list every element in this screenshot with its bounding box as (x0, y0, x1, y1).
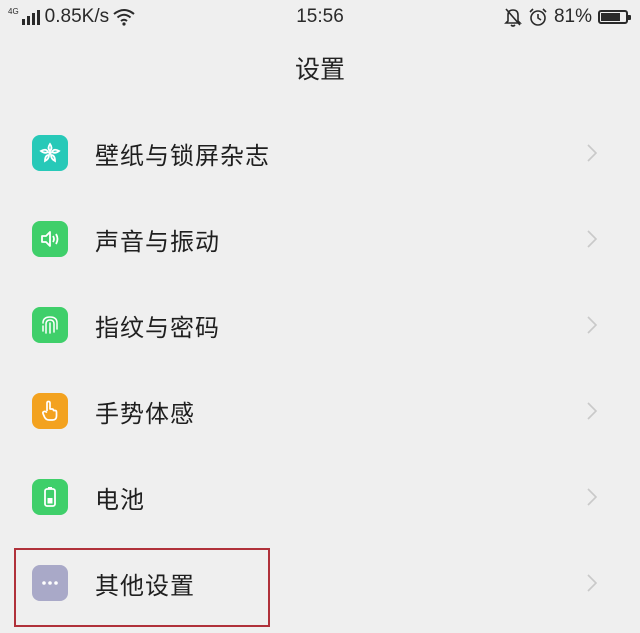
item-label: 指纹与密码 (95, 313, 220, 342)
fingerprint-icon (42, 316, 58, 334)
settings-list: 壁纸与锁屏杂志 声音与振动 指纹与密码 手势体感 电池 其他设置 (0, 110, 640, 626)
chevron-right-icon (587, 144, 598, 162)
speaker-icon (41, 231, 59, 247)
flower-icon (39, 142, 61, 163)
status-bar: 4G 0.85K/s 15:56 81% (0, 0, 640, 34)
item-label: 电池 (95, 485, 145, 514)
page-title: 设置 (294, 55, 345, 84)
item-label: 壁纸与锁屏杂志 (95, 141, 270, 170)
settings-item-wallpaper[interactable]: 壁纸与锁屏杂志 (0, 110, 640, 196)
settings-item-fingerprint[interactable]: 指纹与密码 (0, 282, 640, 368)
item-icon-bg (32, 307, 68, 343)
item-label: 手势体感 (95, 399, 195, 428)
settings-item-gesture[interactable]: 手势体感 (0, 368, 640, 454)
more-dots-icon (42, 581, 58, 585)
bell-off-icon (504, 8, 522, 27)
item-label: 其他设置 (95, 571, 195, 600)
battery-fill (601, 13, 621, 21)
battery-percent: 81% (553, 6, 592, 27)
item-label: 声音与振动 (95, 227, 220, 256)
item-icon-bg (32, 479, 68, 515)
chevron-right-icon (587, 488, 598, 506)
item-icon-bg (32, 565, 68, 601)
hand-pointer-icon (42, 400, 58, 421)
settings-item-sound[interactable]: 声音与振动 (0, 196, 640, 282)
battery-icon (44, 487, 56, 507)
settings-item-other[interactable]: 其他设置 (0, 540, 640, 626)
chevron-right-icon (587, 230, 598, 248)
item-icon-bg (32, 221, 68, 257)
status-right: 81% (504, 6, 632, 28)
item-icon-bg (32, 135, 68, 171)
battery-indicator (598, 10, 631, 24)
settings-item-battery[interactable]: 电池 (0, 454, 640, 540)
item-icon-bg (32, 393, 68, 429)
chevron-right-icon (587, 574, 598, 592)
chevron-right-icon (587, 316, 598, 334)
chevron-right-icon (587, 402, 598, 420)
alarm-icon (529, 8, 547, 26)
